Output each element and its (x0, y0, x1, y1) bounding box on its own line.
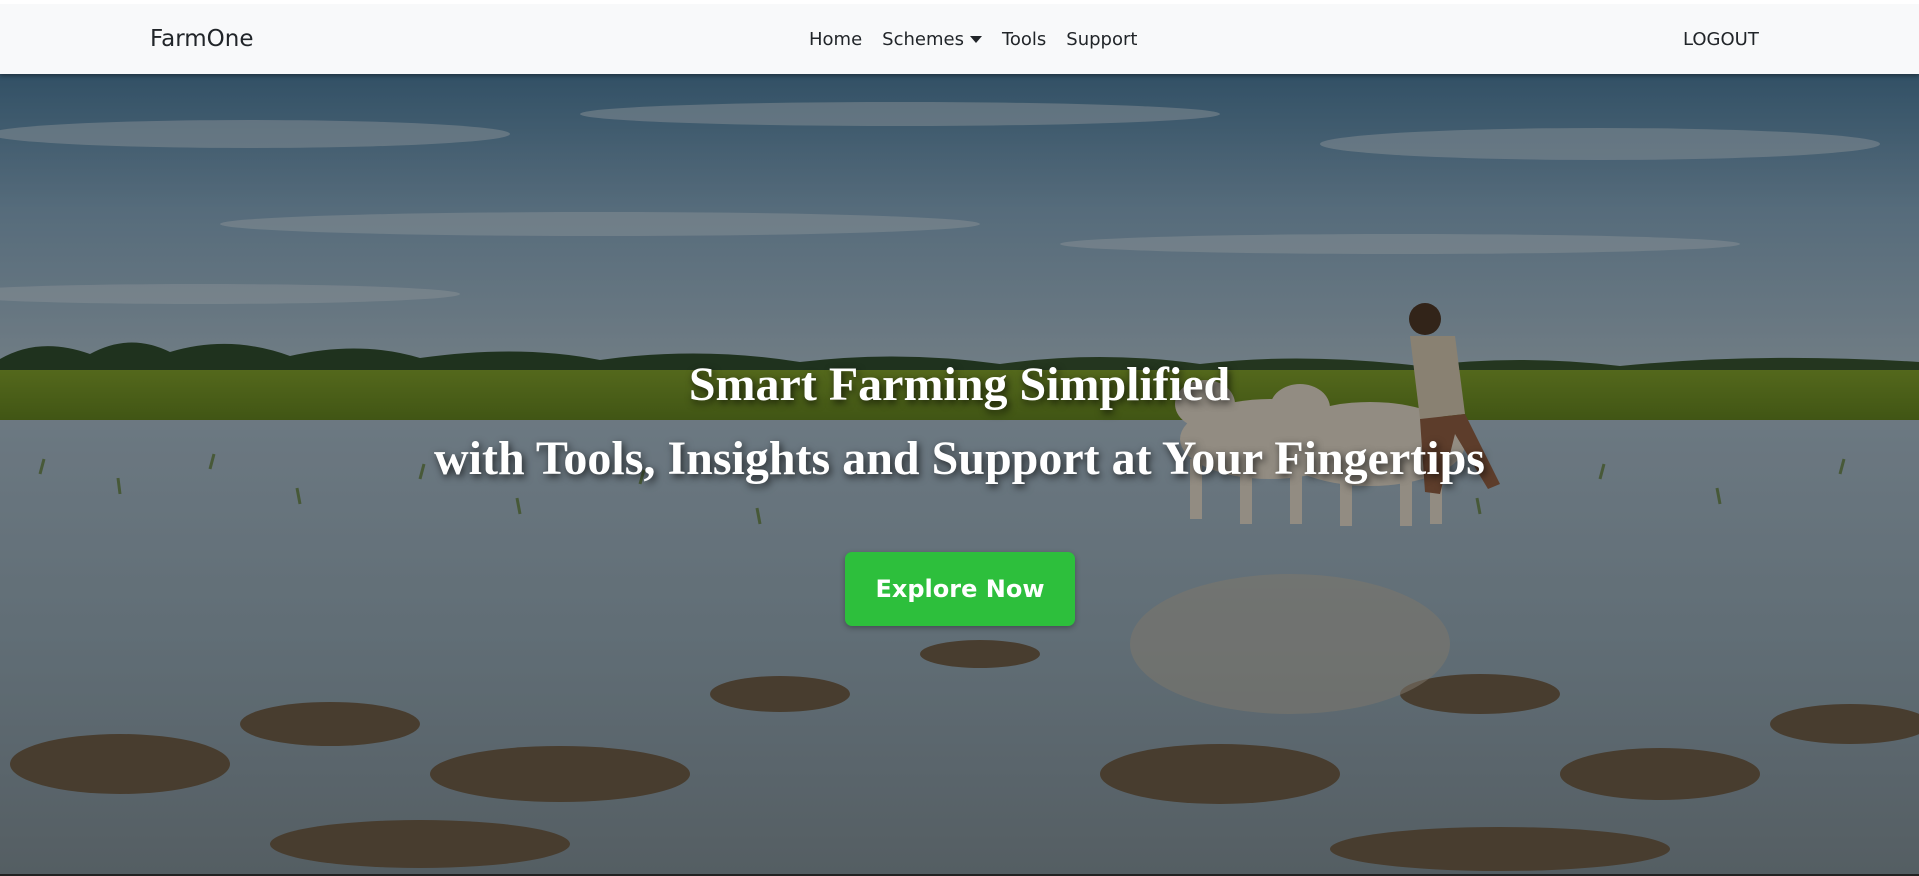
hero-headline-line1: Smart Farming Simplified (688, 358, 1231, 411)
hero-headline-line2: with Tools, Insights and Support at Your… (434, 432, 1485, 485)
explore-now-button[interactable]: Explore Now (845, 552, 1075, 626)
nav-schemes-dropdown[interactable]: Schemes (882, 29, 982, 50)
caret-down-icon (969, 36, 982, 43)
nav-home-link[interactable]: Home (809, 29, 862, 50)
hero-headline: Smart Farming Simplified with Tools, Ins… (0, 348, 1919, 496)
nav-support-link[interactable]: Support (1066, 29, 1137, 50)
hero-section: Smart Farming Simplified with Tools, Ins… (0, 74, 1919, 874)
main-nav: Home Schemes Tools Support (809, 29, 1137, 50)
top-navbar: FarmOne Home Schemes Tools Support LOGOU… (0, 0, 1919, 74)
brand-logo-link[interactable]: FarmOne (150, 26, 254, 52)
nav-schemes-label: Schemes (882, 29, 964, 50)
nav-tools-link[interactable]: Tools (1002, 29, 1046, 50)
logout-link[interactable]: LOGOUT (1683, 29, 1759, 50)
page: FarmOne Home Schemes Tools Support LOGOU… (0, 0, 1919, 876)
